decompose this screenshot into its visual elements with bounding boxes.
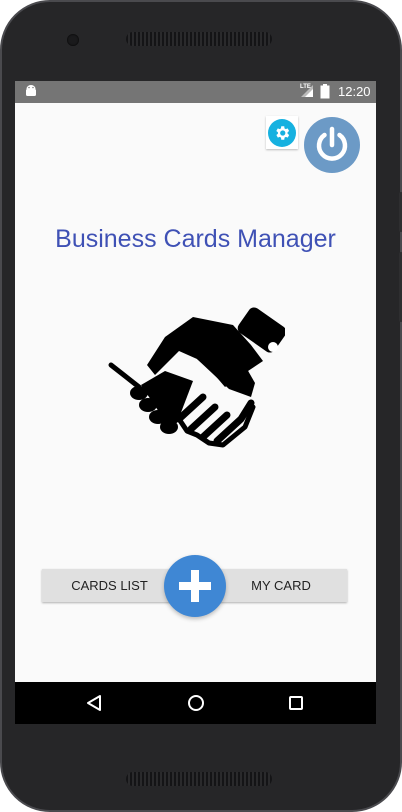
cards-list-button[interactable]: CARDS LIST [42,569,177,602]
power-button[interactable] [304,117,360,173]
battery-icon [320,84,330,99]
android-icon [26,85,36,96]
back-icon [87,695,101,711]
top-speaker [126,32,272,46]
recents-button[interactable] [285,692,307,714]
status-bar: LTE 12:20 [15,81,376,103]
home-icon [188,695,204,711]
my-card-button[interactable]: MY CARD [215,569,347,602]
status-time: 12:20 [338,84,371,99]
handshake-icon [108,307,285,448]
front-camera [67,34,79,46]
settings-button[interactable] [266,116,298,149]
navigation-bar [15,682,376,724]
gear-icon [276,125,290,140]
back-button[interactable] [83,692,105,714]
screen: LTE 12:20 Business Cards Manager CARDS L… [15,81,376,724]
recents-icon [289,696,303,710]
home-button[interactable] [185,692,207,714]
settings-circle [268,118,296,147]
signal-icon [301,85,313,97]
plus-icon [179,570,211,602]
app-title: Business Cards Manager [55,225,336,253]
power-icon [316,126,348,161]
add-card-button[interactable] [164,555,226,617]
bottom-speaker [126,772,272,786]
